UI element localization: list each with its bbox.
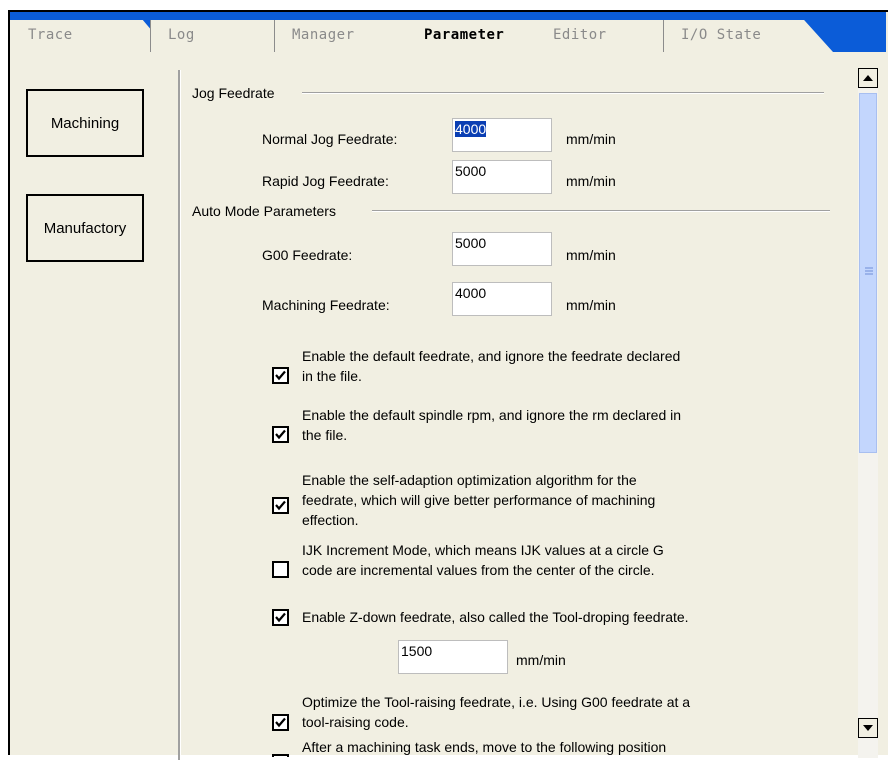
option-line: Enable the default spindle rpm, and igno… <box>302 407 682 423</box>
check-icon <box>275 370 286 381</box>
option-default-spindle: Enable the default spindle rpm, and igno… <box>272 405 832 447</box>
rapid-jog-input[interactable]: 5000 <box>452 160 552 194</box>
option-default-feedrate: Enable the default feedrate, and ignore … <box>272 346 832 388</box>
option-tool-raising: Optimize the Tool-raising feedrate, i.e.… <box>272 692 832 734</box>
tab-label: Log <box>168 27 195 43</box>
g00-feedrate-input[interactable]: 5000 <box>452 232 552 266</box>
option-text: Enable the default spindle rpm, and igno… <box>302 405 822 445</box>
machining-button[interactable]: Machining <box>26 89 144 157</box>
tab-bar: Trace Log Manager Editor I/O State Param… <box>10 12 886 52</box>
tab-separator <box>150 20 151 52</box>
jog-group-title: Jog Feedrate <box>192 85 279 101</box>
scroll-thumb[interactable] <box>859 93 877 453</box>
unit-label: mm/min <box>566 247 616 263</box>
z-down-feedrate-input[interactable]: 1500 <box>398 640 508 674</box>
unit-label: mm/min <box>516 652 566 668</box>
scroll-up-button[interactable] <box>858 68 878 88</box>
after-task-move-checkbox[interactable] <box>272 754 289 757</box>
option-text: Optimize the Tool-raising feedrate, i.e.… <box>302 692 822 732</box>
tab-parameter[interactable]: Parameter <box>406 20 566 52</box>
option-line: IJK Increment Mode, which means IJK valu… <box>302 542 664 558</box>
arrow-up-icon <box>863 75 873 81</box>
input-value: 1500 <box>401 643 433 659</box>
option-text: Enable Z-down feedrate, also called the … <box>302 607 822 627</box>
option-line: effection. <box>302 512 359 528</box>
panel-divider <box>178 70 181 760</box>
self-adaption-checkbox[interactable] <box>272 497 289 514</box>
tab-trace[interactable]: Trace <box>10 20 170 52</box>
option-ijk-increment: IJK Increment Mode, which means IJK valu… <box>272 540 832 582</box>
machining-feedrate-input[interactable]: 4000 <box>452 282 552 316</box>
unit-label: mm/min <box>566 131 616 147</box>
z-down-checkbox[interactable] <box>272 609 289 626</box>
default-spindle-checkbox[interactable] <box>272 426 289 443</box>
tool-raising-checkbox[interactable] <box>272 714 289 731</box>
group-separator <box>302 92 824 94</box>
option-line: feedrate, which will give better perform… <box>302 492 656 508</box>
normal-jog-label: Normal Jog Feedrate: <box>262 131 398 147</box>
tab-label: Parameter <box>424 27 505 43</box>
normal-jog-input[interactable]: 4000 <box>452 118 552 152</box>
tab-label: I/O State <box>681 27 762 43</box>
scroll-down-button[interactable] <box>858 718 878 738</box>
option-text: Enable the default feedrate, and ignore … <box>302 346 822 386</box>
option-line: Enable Z-down feedrate, also called the … <box>302 609 689 625</box>
tab-label: Editor <box>553 27 607 43</box>
option-line: tool-raising code. <box>302 714 409 730</box>
auto-group-title: Auto Mode Parameters <box>192 203 340 219</box>
ijk-increment-checkbox[interactable] <box>272 561 289 578</box>
manufactory-button[interactable]: Manufactory <box>26 194 144 262</box>
sidebar: Machining Manufactory <box>10 52 180 757</box>
input-value: 5000 <box>455 235 487 251</box>
input-value: 4000 <box>455 285 487 301</box>
check-icon <box>275 500 286 511</box>
option-z-down: Enable Z-down feedrate, also called the … <box>272 607 832 629</box>
option-text: After a machining task ends, move to the… <box>302 737 822 757</box>
option-line: code are incremental values from the cen… <box>302 562 655 578</box>
g00-feedrate-label: G00 Feedrate: <box>262 247 353 263</box>
option-after-task-move: After a machining task ends, move to the… <box>272 737 832 757</box>
window-frame: Trace Log Manager Editor I/O State Param… <box>8 10 888 760</box>
option-line: Optimize the Tool-raising feedrate, i.e.… <box>302 694 691 710</box>
machining-feedrate-label: Machining Feedrate: <box>262 297 390 313</box>
input-value: 5000 <box>455 163 487 179</box>
tab-io-state[interactable]: I/O State <box>663 20 833 52</box>
tab-separator <box>274 20 275 52</box>
parameter-panel: Jog Feedrate Normal Jog Feedrate: 4000 m… <box>182 52 848 757</box>
tab-label: Manager <box>292 27 355 43</box>
option-text: Enable the self-adaption optimization al… <box>302 470 822 530</box>
grip-icon <box>865 267 873 275</box>
option-text: IJK Increment Mode, which means IJK valu… <box>302 540 822 580</box>
rapid-jog-label: Rapid Jog Feedrate: <box>262 173 389 189</box>
tab-label: Trace <box>28 27 73 43</box>
default-feedrate-checkbox[interactable] <box>272 367 289 384</box>
option-line: in the file. <box>302 368 362 384</box>
option-line: the file. <box>302 427 348 443</box>
unit-label: mm/min <box>566 173 616 189</box>
check-icon <box>275 429 286 440</box>
option-line: Enable the self-adaption optimization al… <box>302 472 637 488</box>
vertical-scrollbar[interactable] <box>858 68 878 758</box>
check-icon <box>275 612 286 623</box>
group-separator <box>372 210 830 212</box>
input-value: 4000 <box>455 121 487 137</box>
check-icon <box>275 717 286 728</box>
option-line: Enable the default feedrate, and ignore … <box>302 348 681 364</box>
option-self-adaption: Enable the self-adaption optimization al… <box>272 470 832 532</box>
tab-separator <box>663 20 664 52</box>
option-line: After a machining task ends, move to the… <box>302 739 667 755</box>
unit-label: mm/min <box>566 297 616 313</box>
arrow-down-icon <box>863 725 873 731</box>
